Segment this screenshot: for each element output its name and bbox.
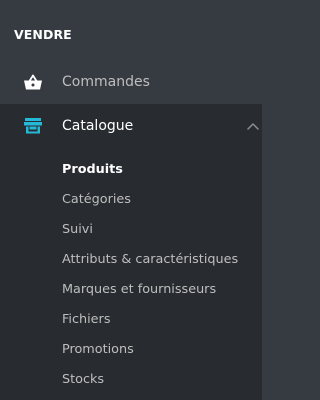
submenu-item-products[interactable]: Produits — [62, 162, 123, 177]
submenu-item-stocks[interactable]: Stocks — [62, 372, 104, 387]
section-title: VENDRE — [14, 27, 72, 42]
sidebar: VENDRE Commandes Catalogue Produits Caté… — [0, 0, 262, 400]
nav-item-catalog[interactable]: Catalogue — [0, 104, 262, 148]
nav-item-orders[interactable]: Commandes — [0, 62, 262, 102]
submenu-item-tracking[interactable]: Suivi — [62, 222, 93, 237]
chevron-up-icon[interactable] — [246, 121, 260, 131]
submenu-item-categories[interactable]: Catégories — [62, 192, 131, 207]
basket-icon — [24, 74, 42, 90]
submenu-item-attributes-features[interactable]: Attributs & caractéristiques — [62, 252, 238, 267]
submenu-item-brands-suppliers[interactable]: Marques et fournisseurs — [62, 282, 216, 297]
nav-label-orders: Commandes — [62, 74, 150, 90]
catalog-submenu: Produits Catégories Suivi Attributs & ca… — [0, 148, 262, 400]
submenu-item-discounts[interactable]: Promotions — [62, 342, 134, 357]
nav-label-catalog: Catalogue — [62, 118, 134, 134]
submenu-item-files[interactable]: Fichiers — [62, 312, 111, 327]
store-icon — [24, 118, 42, 134]
